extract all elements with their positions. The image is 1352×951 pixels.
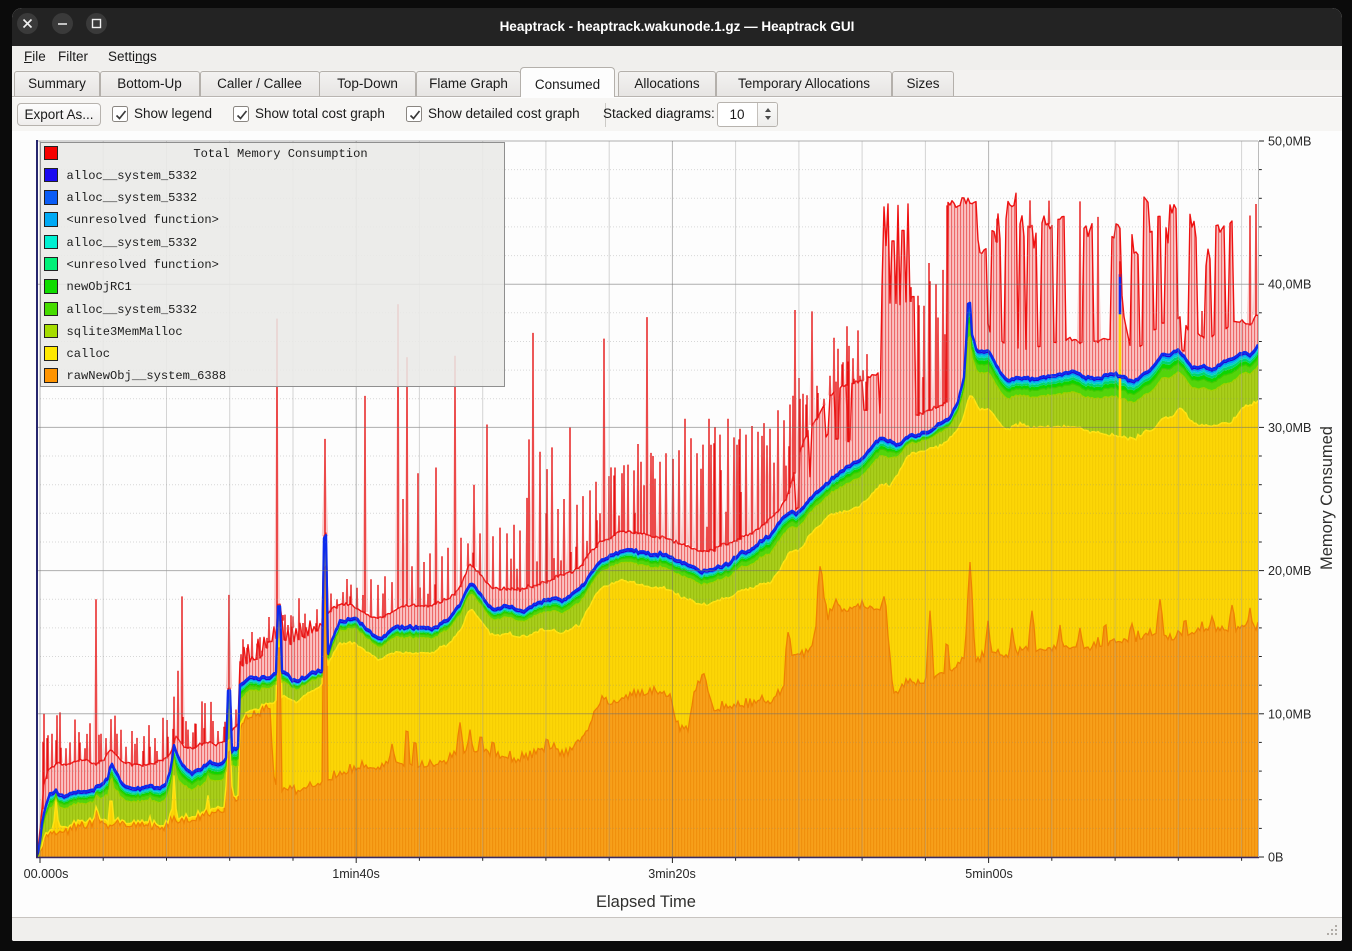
svg-text:1min40s: 1min40s	[332, 867, 380, 881]
svg-text:0B: 0B	[1268, 851, 1283, 865]
svg-text:20,0MB: 20,0MB	[1268, 564, 1311, 578]
svg-text:3min20s: 3min20s	[648, 867, 696, 881]
svg-text:Elapsed Time: Elapsed Time	[596, 893, 696, 911]
svg-text:50,0MB: 50,0MB	[1268, 135, 1311, 149]
svg-text:Memory Consumed: Memory Consumed	[1318, 426, 1336, 570]
svg-text:5min00s: 5min00s	[965, 867, 1013, 881]
svg-text:00.000s: 00.000s	[24, 867, 69, 881]
svg-text:30,0MB: 30,0MB	[1268, 421, 1311, 435]
svg-text:40,0MB: 40,0MB	[1268, 278, 1311, 292]
svg-text:10,0MB: 10,0MB	[1268, 707, 1311, 721]
